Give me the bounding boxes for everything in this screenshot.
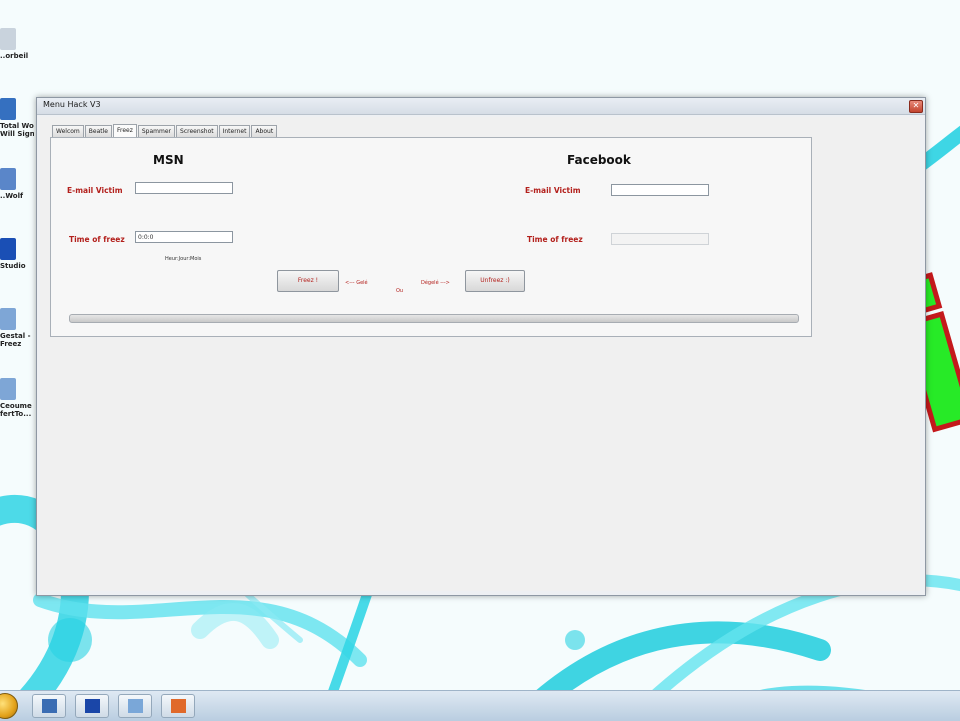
unfreeze-arrow-note: Dégelé ---> [421,280,450,286]
tab-bar: Welcom Beatle Freez Spammer Screenshot I… [52,124,278,137]
computer-icon [0,98,16,120]
facebook-heading: Facebook [567,153,631,167]
freez-button[interactable]: Freez ! [277,270,339,292]
tab-spammer[interactable]: Spammer [137,125,176,137]
msn-time-label: Time of freez [69,235,125,244]
facebook-email-label: E-mail Victim [525,186,581,195]
msn-time-format-hint: Heur:Jour:Mois [165,256,202,262]
window-titlebar[interactable]: Menu Hack V3 ✕ [37,98,925,115]
taskbar [0,690,960,721]
window-title: Menu Hack V3 [43,100,101,109]
desktop-shortcut-label: ..Wolf [0,192,24,200]
app-window: Menu Hack V3 ✕ Welcom Beatle Freez Spamm… [36,97,926,596]
desktop-shortcut[interactable]: ..orbeil [0,28,34,92]
start-button[interactable] [0,693,18,719]
msn-email-label: E-mail Victim [67,186,123,195]
facebook-time-label: Time of freez [527,235,583,244]
taskbar-app-icon [85,699,100,713]
recycle-bin-icon [0,28,16,50]
or-note: Ou [396,288,404,294]
freeze-arrow-note: <--- Gelé [345,280,368,286]
tab-welcom[interactable]: Welcom [52,125,84,137]
desktop-shortcut-label: ..orbeil [0,52,29,60]
freeze-progress-bar [69,314,799,323]
msn-email-input[interactable] [135,182,233,194]
desktop-shortcut[interactable]: Gestal - Freez [0,308,34,372]
facebook-time-input[interactable] [611,233,709,245]
desktop-shortcut-label: Ceoume fertTo... [0,402,32,418]
tab-freez[interactable]: Freez [112,124,137,137]
taskbar-explorer-icon [42,699,57,713]
taskbar-button[interactable] [75,694,109,718]
window-client-area: Welcom Beatle Freez Spammer Screenshot I… [40,117,920,591]
tab-beatle[interactable]: Beatle [84,125,112,137]
taskbar-button[interactable] [118,694,152,718]
desktop-shortcut[interactable]: ..Wolf [0,168,34,232]
desktop-shortcut-label: Studio [0,262,26,270]
tab-about[interactable]: About [251,125,278,137]
tab-screenshot[interactable]: Screenshot [176,125,218,137]
studio-app-icon [0,238,16,260]
unfreez-button[interactable]: Unfreez :) [465,270,525,292]
msn-time-input[interactable] [135,231,233,243]
taskbar-office-icon [171,699,186,713]
taskbar-window-icon [128,699,143,713]
facebook-email-input[interactable] [611,184,709,196]
media-player-icon [0,168,16,190]
msn-heading: MSN [153,153,184,167]
taskbar-button[interactable] [32,694,66,718]
freez-tab-panel: MSN E-mail Victim Time of freez Heur:Jou… [50,137,812,337]
desktop-shortcut[interactable]: Total Wood Will Sign... [0,98,34,162]
tab-internet[interactable]: Internet [218,125,251,137]
desktop-icon-column: ..orbeil Total Wood Will Sign... ..Wolf Stu… [0,28,34,448]
shortcut-icon [0,378,16,400]
desktop-shortcut[interactable]: Ceoume fertTo... [0,378,34,442]
shortcut-icon [0,308,16,330]
desktop-shortcut-label: Total Wood Will Sign... [0,122,34,138]
desktop-shortcut-label: Gestal - Freez [0,332,31,348]
taskbar-button[interactable] [161,694,195,718]
desktop-shortcut[interactable]: Studio [0,238,34,302]
close-icon[interactable]: ✕ [909,100,923,113]
